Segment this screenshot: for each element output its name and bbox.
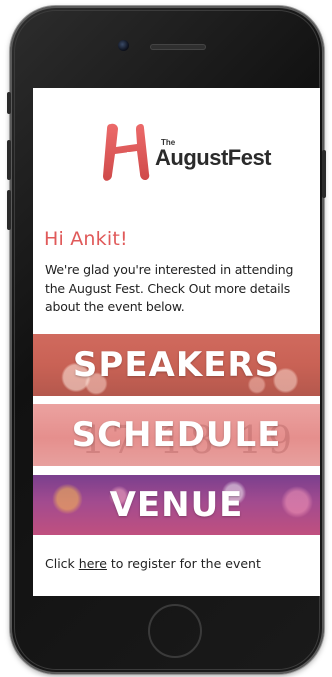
earpiece-speaker — [150, 44, 206, 50]
volume-up-button — [7, 140, 11, 180]
intro-paragraph: We're glad you're interested in attendin… — [45, 262, 294, 314]
schedule-banner-label: SCHEDULE — [71, 415, 282, 455]
greeting-heading: Hi Ankit! — [44, 228, 128, 250]
volume-down-button — [7, 190, 11, 230]
register-suffix: to register for the event — [106, 556, 261, 571]
register-here-link[interactable]: here — [79, 556, 107, 571]
power-button — [322, 150, 326, 198]
venue-banner[interactable]: VENUE — [33, 475, 320, 535]
register-prefix: Click — [45, 556, 79, 571]
register-line: Click here to register for the event — [45, 556, 261, 571]
speakers-banner[interactable]: SPEAKERS — [33, 334, 320, 396]
logo-name-text: AugustFest — [155, 145, 272, 170]
venue-banner-label: VENUE — [109, 485, 244, 525]
speakers-banner-label: SPEAKERS — [72, 345, 281, 385]
augustfest-logo: The AugustFest — [97, 118, 272, 190]
augustfest-h-mark-icon — [103, 123, 150, 181]
home-button[interactable] — [148, 604, 202, 658]
mute-switch — [7, 92, 11, 114]
front-camera-icon — [118, 40, 129, 51]
schedule-banner[interactable]: 17 18 19 20 SCHEDULE — [33, 404, 320, 466]
phone-screen: The AugustFest Hi Ankit! We're glad you'… — [33, 88, 320, 596]
